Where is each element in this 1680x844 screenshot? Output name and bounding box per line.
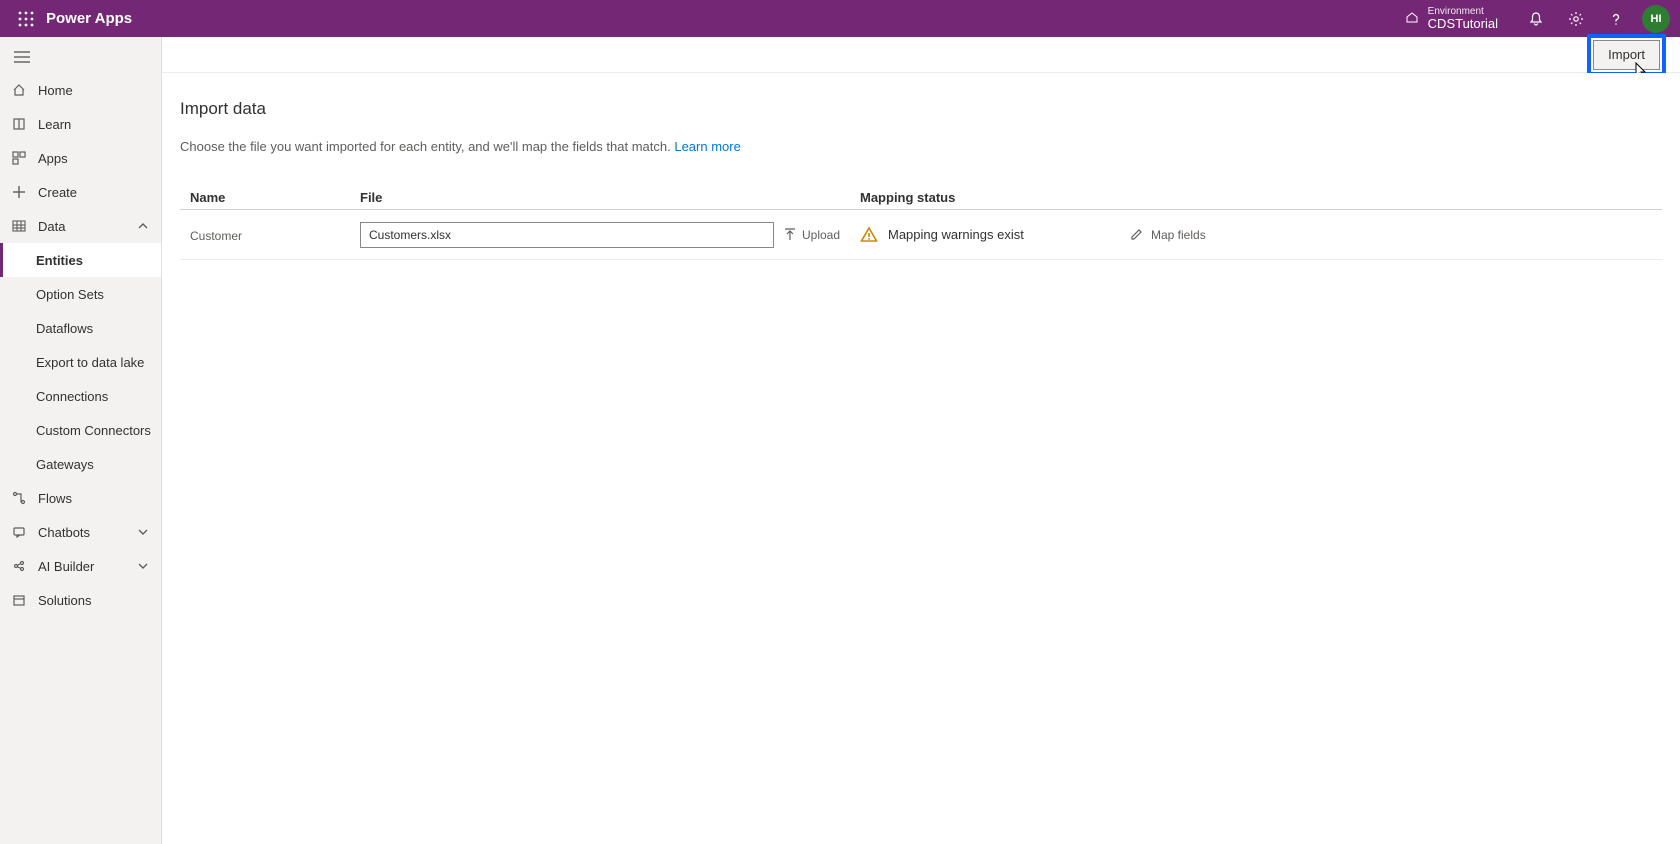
settings-button[interactable] xyxy=(1556,0,1596,37)
file-name-input[interactable] xyxy=(360,222,774,248)
avatar[interactable]: HI xyxy=(1642,5,1670,33)
sidebar-item-learn[interactable]: Learn xyxy=(0,107,161,141)
main-content: Import data Choose the file you want imp… xyxy=(162,73,1680,844)
sidebar-sub-export-data-lake[interactable]: Export to data lake xyxy=(0,345,161,379)
table-row: Customer Upload Mapping warnings exist M… xyxy=(180,210,1662,260)
upload-label: Upload xyxy=(802,228,840,242)
sidebar-item-data[interactable]: Data xyxy=(0,209,161,243)
sidebar-sub-gateways[interactable]: Gateways xyxy=(0,447,161,481)
chatbots-icon xyxy=(12,525,26,539)
sidebar-item-create[interactable]: Create xyxy=(0,175,161,209)
sidebar-sub-label: Custom Connectors xyxy=(36,423,151,438)
column-header-name: Name xyxy=(180,190,360,205)
app-title: Power Apps xyxy=(46,10,132,27)
home-icon xyxy=(12,83,26,97)
help-button[interactable] xyxy=(1596,0,1636,37)
sidebar-item-label: AI Builder xyxy=(38,559,94,574)
app-header: Power Apps Environment CDSTutorial HI xyxy=(0,0,1680,37)
warning-icon xyxy=(860,226,878,244)
chevron-down-icon xyxy=(137,560,149,572)
sidebar-item-home[interactable]: Home xyxy=(0,73,161,107)
sidebar-sub-custom-connectors[interactable]: Custom Connectors xyxy=(0,413,161,447)
learn-icon xyxy=(12,117,26,131)
page-description: Choose the file you want imported for ea… xyxy=(180,139,1662,154)
command-bar: Import xyxy=(162,37,1680,73)
map-fields-button[interactable]: Map fields xyxy=(1130,228,1662,242)
environment-label: Environment xyxy=(1428,6,1498,17)
sidebar-sub-label: Connections xyxy=(36,389,108,404)
flows-icon xyxy=(12,491,26,505)
page-title: Import data xyxy=(180,99,1662,119)
sidebar-sub-label: Export to data lake xyxy=(36,355,144,370)
column-header-status: Mapping status xyxy=(860,190,1130,205)
hamburger-icon xyxy=(14,51,30,63)
sidebar-item-apps[interactable]: Apps xyxy=(0,141,161,175)
upload-button[interactable]: Upload xyxy=(784,228,840,242)
entity-name-cell: Customer xyxy=(180,227,360,243)
sidebar-sub-label: Gateways xyxy=(36,457,94,472)
help-icon xyxy=(1608,11,1624,27)
waffle-button[interactable] xyxy=(8,11,44,27)
tutorial-highlight: Import xyxy=(1587,34,1666,76)
left-nav: Home Learn Apps Create Data Entities Opt… xyxy=(0,37,162,844)
chevron-down-icon xyxy=(137,526,149,538)
upload-icon xyxy=(784,228,796,242)
sidebar-item-label: Chatbots xyxy=(38,525,90,540)
sidebar-item-label: Solutions xyxy=(38,593,91,608)
bell-icon xyxy=(1528,11,1544,27)
solutions-icon xyxy=(12,593,26,607)
environment-icon xyxy=(1404,10,1420,26)
nav-collapse-button[interactable] xyxy=(0,41,161,73)
sidebar-sub-entities[interactable]: Entities xyxy=(0,243,161,277)
aibuilder-icon xyxy=(12,559,26,573)
sidebar-item-label: Flows xyxy=(38,491,72,506)
sidebar-item-label: Create xyxy=(38,185,77,200)
environment-name: CDSTutorial xyxy=(1428,17,1498,31)
environment-picker[interactable]: Environment CDSTutorial xyxy=(1404,6,1498,31)
sidebar-item-solutions[interactable]: Solutions xyxy=(0,583,161,617)
sidebar-sub-label: Dataflows xyxy=(36,321,93,336)
sidebar-item-label: Data xyxy=(38,219,65,234)
sidebar-item-label: Home xyxy=(38,83,73,98)
sidebar-sub-label: Option Sets xyxy=(36,287,104,302)
create-icon xyxy=(12,185,26,199)
import-table-header: Name File Mapping status xyxy=(180,190,1662,210)
sidebar-sub-label: Entities xyxy=(36,253,83,268)
sidebar-item-label: Learn xyxy=(38,117,71,132)
sidebar-sub-option-sets[interactable]: Option Sets xyxy=(0,277,161,311)
sidebar-item-ai-builder[interactable]: AI Builder xyxy=(0,549,161,583)
sidebar-sub-dataflows[interactable]: Dataflows xyxy=(0,311,161,345)
sidebar-item-flows[interactable]: Flows xyxy=(0,481,161,515)
pencil-icon xyxy=(1130,228,1143,241)
waffle-icon xyxy=(18,11,34,27)
chevron-up-icon xyxy=(137,220,149,232)
mapping-status-cell: Mapping warnings exist xyxy=(860,226,1130,244)
map-fields-label: Map fields xyxy=(1151,228,1206,242)
data-icon xyxy=(12,219,26,233)
sidebar-item-label: Apps xyxy=(38,151,68,166)
notifications-button[interactable] xyxy=(1516,0,1556,37)
learn-more-link[interactable]: Learn more xyxy=(674,139,740,154)
sidebar-sub-connections[interactable]: Connections xyxy=(0,379,161,413)
apps-icon xyxy=(12,151,26,165)
sidebar-item-chatbots[interactable]: Chatbots xyxy=(0,515,161,549)
gear-icon xyxy=(1568,11,1584,27)
mapping-status-text: Mapping warnings exist xyxy=(888,227,1024,242)
import-button[interactable]: Import xyxy=(1593,40,1660,70)
page-description-text: Choose the file you want imported for ea… xyxy=(180,139,674,154)
column-header-file: File xyxy=(360,190,860,205)
